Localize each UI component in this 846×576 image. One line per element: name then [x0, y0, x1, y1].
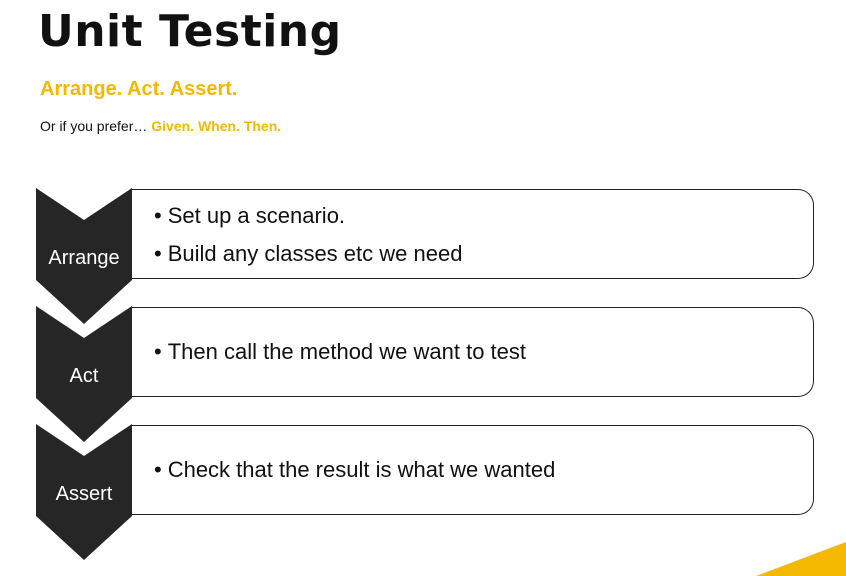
step-bullet: • Set up a scenario.	[154, 203, 346, 228]
alternative-phrasing: Or if you prefer… Given. When. Then.	[40, 116, 281, 136]
step-bullet: • Then call the method we want to test	[154, 339, 527, 364]
chevron-label-arrange: Arrange	[48, 247, 120, 269]
chevron-label-act: Act	[69, 365, 99, 387]
step-box-assert: • Check that the result is what we wanted	[132, 425, 814, 515]
alternative-prefix: Or if you prefer…	[40, 118, 152, 134]
slide-subtitle: Arrange. Act. Assert.	[40, 78, 238, 100]
corner-accent-shape	[756, 542, 846, 576]
step-box-act: • Then call the method we want to test	[132, 307, 814, 397]
slide-title: Unit Testing	[38, 6, 342, 57]
step-bullet: • Check that the result is what we wanted	[154, 457, 556, 482]
alternative-emphasis: Given. When. Then.	[151, 118, 282, 134]
step-box-arrange: • Set up a scenario. • Build any classes e…	[132, 189, 814, 279]
chevron-label-assert: Assert	[55, 483, 113, 505]
step-bullet: • Build any classes etc we need	[154, 241, 463, 266]
